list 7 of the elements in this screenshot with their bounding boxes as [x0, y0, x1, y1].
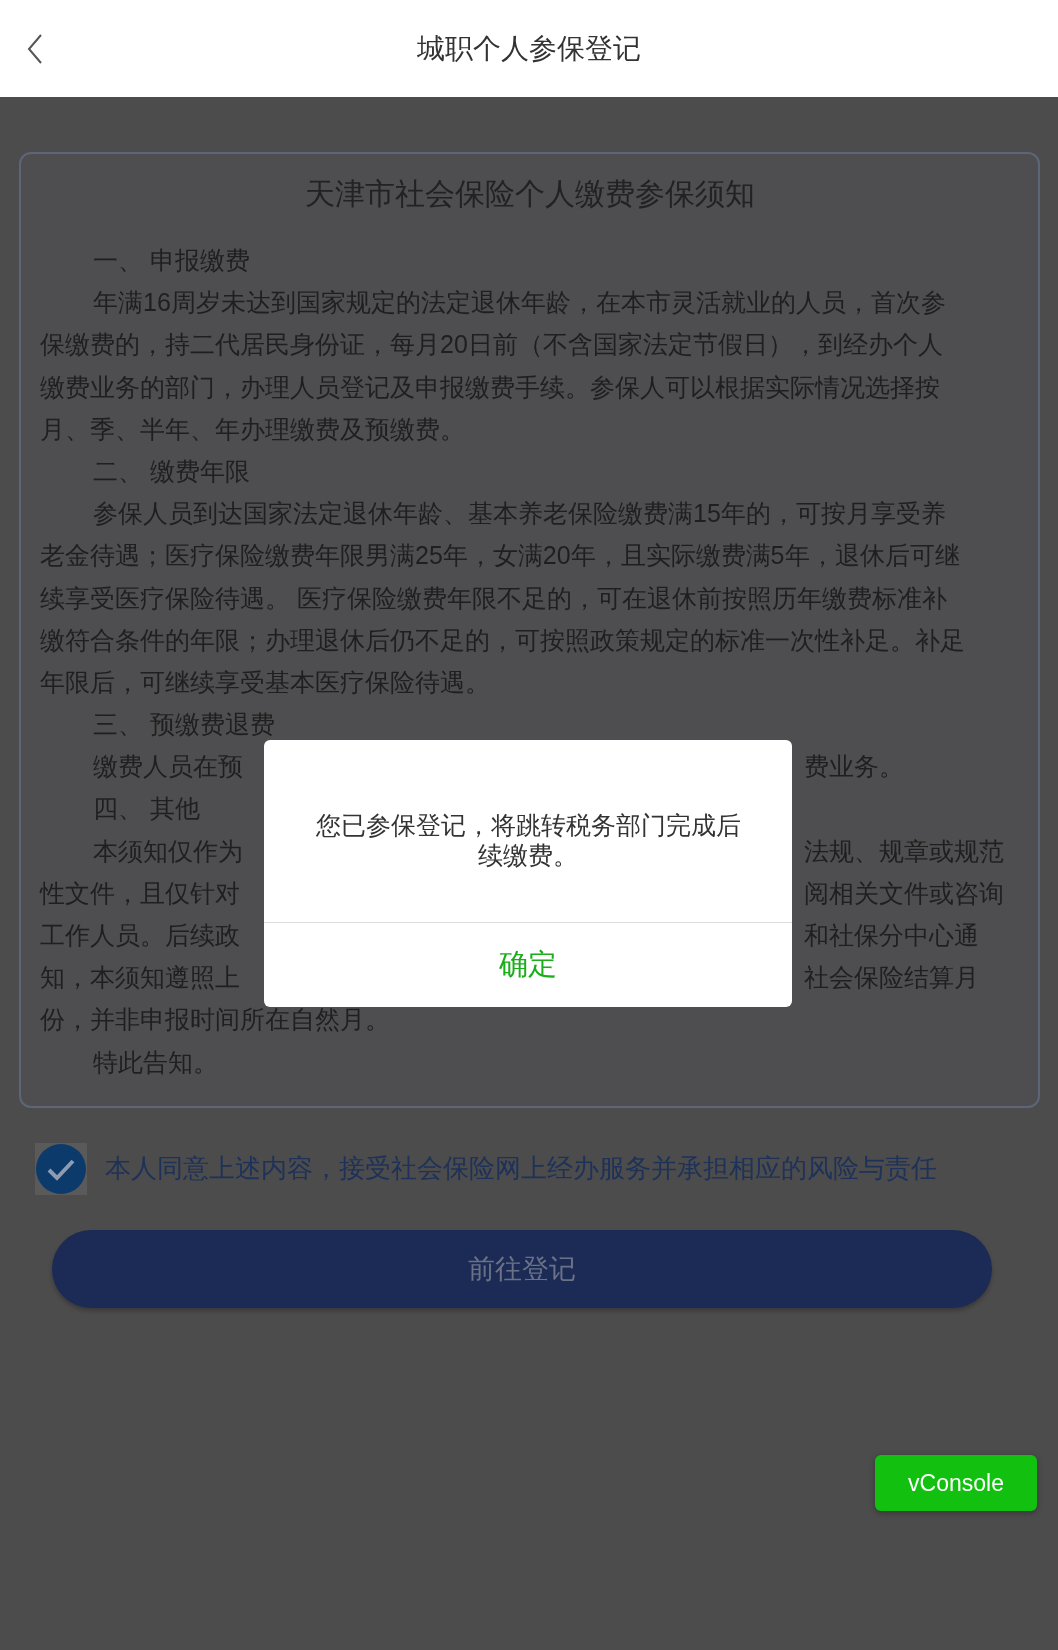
register-button[interactable]: 前往登记 — [52, 1229, 992, 1308]
confirm-button[interactable]: 确定 — [264, 923, 792, 1007]
page-title: 城职个人参保登记 — [417, 31, 641, 66]
dialog-message: 您已参保登记，将跳转税务部门完成后续缴费。 — [264, 740, 792, 923]
vconsole-button[interactable]: vConsole — [875, 1455, 1037, 1511]
back-icon[interactable] — [27, 33, 43, 65]
agree-checkbox[interactable] — [35, 1142, 87, 1195]
